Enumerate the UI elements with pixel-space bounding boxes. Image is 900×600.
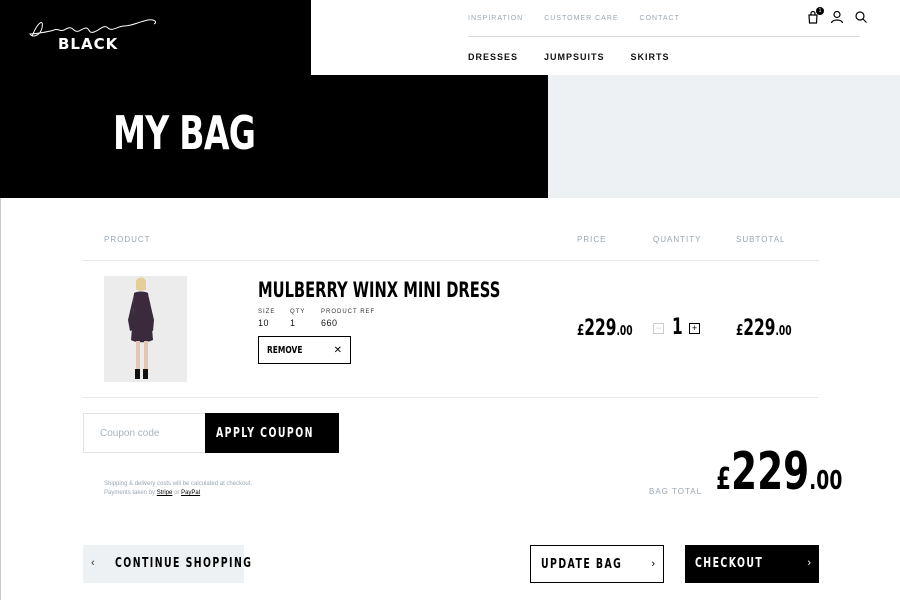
update-bag-label: UPDATE BAG — [541, 557, 623, 572]
bag-icon[interactable]: 1 — [806, 7, 824, 24]
shipping-text: Shipping & delivery costs will be calcul… — [104, 481, 253, 487]
chevron-right-icon: › — [651, 558, 655, 570]
total-cents: .00 — [809, 466, 843, 496]
price-cents: .00 — [616, 324, 633, 339]
total-whole: 229 — [731, 442, 810, 502]
or-text: or — [174, 490, 180, 496]
header-price: PRICE — [577, 235, 607, 244]
continue-shopping-label: CONTINUE SHOPPING — [115, 556, 253, 571]
subtotal-whole: 229 — [743, 316, 776, 341]
product-ref-label: PRODUCT REF — [321, 309, 376, 315]
total-currency: £ — [716, 462, 732, 497]
link-customer-care[interactable]: CUSTOMER CARE — [544, 15, 618, 22]
quantity-increase-button[interactable]: + — [689, 323, 700, 334]
page-border — [0, 198, 1, 600]
apply-coupon-label: APPLY COUPON — [216, 426, 314, 441]
remove-label: REMOVE — [267, 344, 303, 356]
bag-total-label: BAG TOTAL — [649, 487, 703, 496]
table-divider — [83, 260, 819, 261]
item-subtotal: £229.00 — [736, 316, 792, 341]
stripe-link[interactable]: Stripe — [157, 490, 173, 496]
account-icon[interactable] — [830, 10, 844, 24]
coupon-input[interactable] — [83, 413, 205, 453]
price-whole: 229 — [584, 316, 617, 341]
header-icons: 1 — [806, 7, 868, 24]
qty-label: QTY — [290, 309, 306, 315]
close-icon: ✕ — [333, 344, 342, 356]
size-label: SIZE — [258, 309, 276, 315]
shipping-note: Shipping & delivery costs will be calcul… — [104, 480, 252, 498]
nav-jumpsuits[interactable]: JUMPSUITS — [544, 52, 605, 62]
link-contact[interactable]: CONTACT — [640, 15, 680, 22]
nav-skirts[interactable]: SKIRTS — [631, 52, 670, 62]
cart-count-badge: 1 — [816, 7, 824, 15]
nav-dresses[interactable]: DRESSES — [468, 52, 518, 62]
hero-banner — [0, 75, 548, 198]
page-title: MY BAG — [113, 106, 256, 160]
header-subtotal: SUBTOTAL — [736, 235, 786, 244]
paypal-link[interactable]: PayPal — [181, 490, 200, 496]
remove-button[interactable]: REMOVE ✕ — [258, 336, 351, 364]
subtotal-cents: .00 — [775, 324, 792, 339]
row-divider — [83, 397, 819, 398]
hero-panel — [548, 75, 900, 198]
quantity-decrease-button[interactable]: − — [653, 323, 664, 334]
link-inspiration[interactable]: INSPIRATION — [468, 15, 523, 22]
header-divider — [468, 36, 860, 37]
product-name[interactable]: MULBERRY WINX MINI DRESS — [258, 278, 500, 302]
payments-text: Payments taken by — [104, 490, 156, 496]
product-ref-value: 660 — [321, 318, 338, 328]
checkout-label: CHECKOUT — [695, 556, 764, 571]
top-links: INSPIRATION CUSTOMER CARE CONTACT — [468, 15, 680, 22]
chevron-right-icon: › — [807, 557, 811, 569]
chevron-left-icon: ‹ — [91, 557, 95, 569]
header-product: PRODUCT — [104, 235, 151, 244]
bag-total-value: £229.00 — [716, 446, 842, 498]
size-value: 10 — [258, 318, 270, 328]
item-price: £229.00 — [577, 316, 633, 341]
main-nav: DRESSES JUMPSUITS SKIRTS — [468, 52, 670, 62]
continue-shopping-button[interactable]: ‹ CONTINUE SHOPPING — [83, 545, 251, 583]
qty-value: 1 — [290, 318, 296, 328]
product-image[interactable] — [104, 276, 187, 382]
apply-coupon-button[interactable]: APPLY COUPON — [205, 413, 339, 453]
brand-name: BLACK — [58, 35, 119, 53]
quantity-value: 1 — [672, 315, 683, 340]
header-quantity: QUANTITY — [653, 235, 702, 244]
logo[interactable]: BLACK — [0, 0, 311, 75]
search-icon[interactable] — [854, 10, 868, 24]
update-bag-button[interactable]: UPDATE BAG › — [530, 545, 664, 583]
checkout-button[interactable]: CHECKOUT › — [685, 545, 819, 583]
